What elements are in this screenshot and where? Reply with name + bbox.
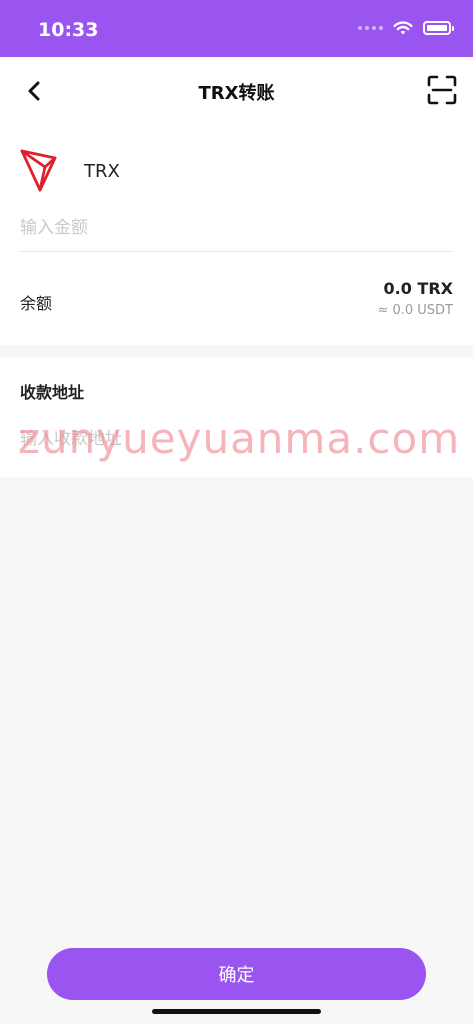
address-input[interactable] xyxy=(20,419,453,459)
balance-usdt-value: ≈ 0.0 USDT xyxy=(377,303,453,318)
status-icons xyxy=(358,20,454,36)
scan-button[interactable] xyxy=(425,73,459,107)
balance-value: 0.0 TRX xyxy=(383,279,453,298)
wifi-icon xyxy=(393,21,413,35)
tron-logo-icon xyxy=(20,149,57,192)
page-title: TRX转账 xyxy=(198,83,275,104)
signal-icon xyxy=(358,26,383,30)
battery-icon xyxy=(423,21,454,35)
amount-input[interactable] xyxy=(20,207,453,249)
balance-label: 余额 xyxy=(20,294,53,313)
home-indicator xyxy=(152,1009,321,1014)
confirm-button[interactable]: 确定 xyxy=(47,948,426,1000)
scan-icon xyxy=(427,75,457,105)
status-time: 10:33 xyxy=(38,19,99,41)
token-name: TRX xyxy=(84,161,120,182)
amount-section: TRX 余额 0.0 TRX ≈ 0.0 USDT xyxy=(0,125,473,345)
address-section: 收款地址 xyxy=(0,357,473,477)
divider xyxy=(20,251,453,252)
address-label: 收款地址 xyxy=(20,383,85,402)
nav-bar: TRX转账 xyxy=(0,57,473,125)
status-bar: 10:33 xyxy=(0,0,473,57)
